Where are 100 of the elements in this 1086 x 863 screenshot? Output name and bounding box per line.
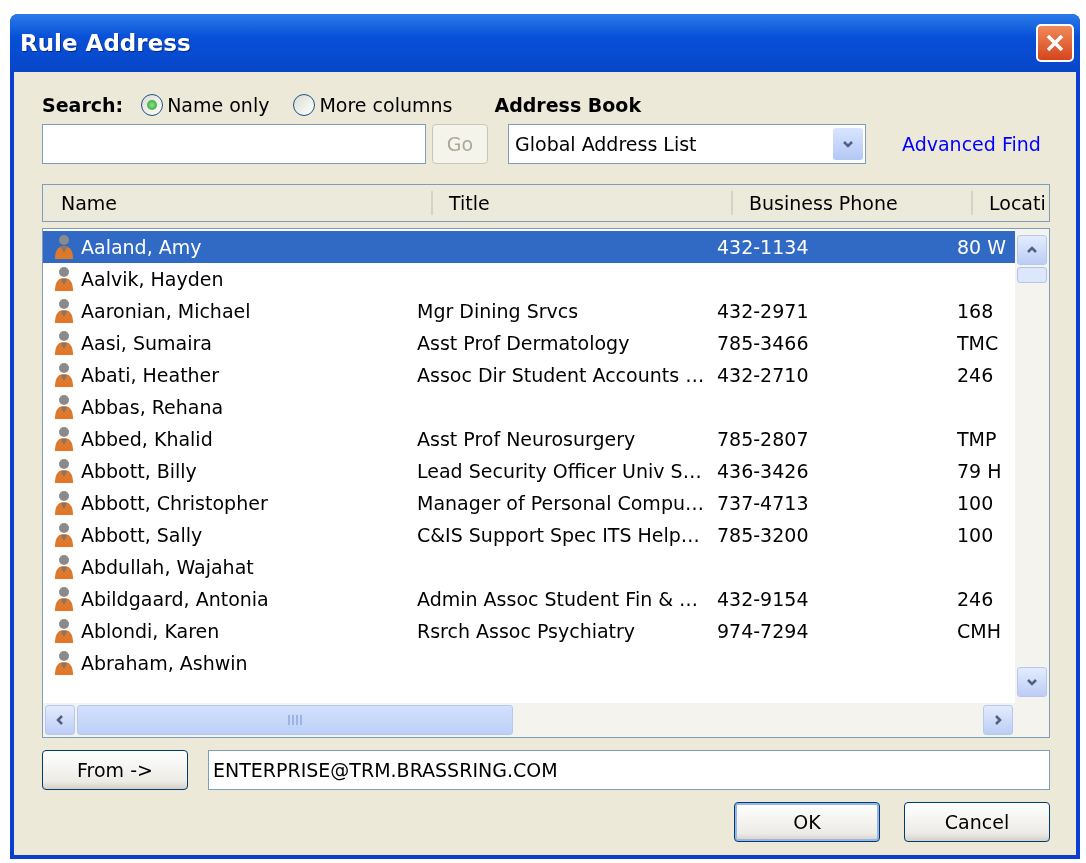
table-cell-text: Manager of Personal Compu… bbox=[417, 492, 705, 514]
search-field[interactable] bbox=[42, 124, 426, 164]
table-cell-text: Assoc Dir Student Accounts … bbox=[417, 364, 706, 386]
person-icon bbox=[53, 650, 75, 676]
table-cell-text: 100 bbox=[957, 492, 995, 514]
person-icon bbox=[53, 426, 75, 452]
from-button[interactable]: From -> bbox=[42, 750, 188, 790]
table-cell-text: Abbed, Khalid bbox=[81, 428, 214, 450]
table-cell-text: Ablondi, Karen bbox=[81, 620, 221, 642]
contact-row[interactable]: Abbott, Sally C&IS Support Spec ITS Help… 785-3200 100 bbox=[43, 519, 1015, 551]
table-cell-text: 432-9154 bbox=[717, 588, 810, 610]
radio-button[interactable] bbox=[141, 94, 164, 116]
grip-icon bbox=[287, 714, 303, 726]
close-icon bbox=[1045, 33, 1065, 53]
column-header[interactable]: Title bbox=[431, 191, 731, 215]
contact-row[interactable]: Abdullah, Wajahat bbox=[43, 551, 1015, 583]
contact-row[interactable]: Aaland, Amy 432-1134 80 W bbox=[43, 231, 1015, 263]
scroll-thumb[interactable] bbox=[1017, 267, 1047, 283]
vertical-scrollbar[interactable] bbox=[1015, 229, 1049, 703]
advanced-find-link[interactable]: Advanced Find bbox=[902, 133, 1041, 155]
table-cell-text: Aaronian, Michael bbox=[81, 300, 252, 322]
contact-row[interactable]: Aasi, Sumaira Asst Prof Dermatology 785-3466 TMC bbox=[43, 327, 1015, 359]
table-cell-text: Abbott, Sally bbox=[81, 524, 204, 546]
table-cell-text: Rsrch Assoc Psychiatry bbox=[417, 620, 637, 642]
contact-row[interactable]: Abbott, Christopher Manager of Personal Compu… 737-4713 100 bbox=[43, 487, 1015, 519]
scroll-thumb[interactable] bbox=[77, 705, 513, 735]
table-cell-text: Abati, Heather bbox=[81, 364, 221, 386]
contact-row[interactable]: Aaronian, Michael Mgr Dining Srvcs 432-2971 168 bbox=[43, 295, 1015, 327]
person-icon bbox=[53, 618, 75, 644]
table-cell-text: TMC bbox=[957, 332, 1000, 354]
table-cell-text: Mgr Dining Srvcs bbox=[417, 300, 580, 322]
table-cell-text: Asst Prof Dermatology bbox=[417, 332, 631, 354]
search-label: Search: bbox=[42, 94, 124, 116]
table-cell-text: Abbas, Rehana bbox=[81, 396, 225, 418]
scroll-down-button[interactable] bbox=[1017, 667, 1047, 697]
from-field[interactable]: ENTERPRISE@TRM.BRASSRING.COM bbox=[208, 750, 1050, 790]
contact-row[interactable]: Ablondi, Karen Rsrch Assoc Psychiatry 974-7294 CMH bbox=[43, 615, 1015, 647]
table-cell-text: Abdullah, Wajahat bbox=[81, 556, 255, 578]
person-icon bbox=[53, 522, 75, 548]
contact-row[interactable]: Abraham, Ashwin bbox=[43, 647, 1015, 679]
table-cell-text: Abraham, Ashwin bbox=[81, 652, 249, 674]
table-cell-text: 785-3466 bbox=[717, 332, 810, 354]
contact-row[interactable]: Abbed, Khalid Asst Prof Neurosurgery 785-2807 TMP bbox=[43, 423, 1015, 455]
contact-row[interactable]: Abati, Heather Assoc Dir Student Accounts … 432-2710 246 bbox=[43, 359, 1015, 391]
table-cell-text: C&IS Support Spec ITS Help… bbox=[417, 524, 701, 546]
person-icon bbox=[53, 362, 75, 388]
table-cell-text: 79 H bbox=[957, 460, 1003, 482]
search-option[interactable]: More columns bbox=[293, 94, 453, 116]
table-cell-text: Lead Security Officer Univ S… bbox=[417, 460, 703, 482]
table-cell-text: Aasi, Sumaira bbox=[81, 332, 213, 354]
table-cell-text: 432-1134 bbox=[717, 236, 810, 258]
contact-row[interactable]: Abbas, Rehana bbox=[43, 391, 1015, 423]
person-icon bbox=[53, 490, 75, 516]
table-cell-text: Asst Prof Neurosurgery bbox=[417, 428, 637, 450]
table-cell-text: 432-2971 bbox=[717, 300, 810, 322]
search-option[interactable]: Name only bbox=[141, 94, 270, 116]
cancel-button[interactable]: Cancel bbox=[904, 802, 1050, 842]
table-cell-text: 80 W bbox=[957, 236, 1007, 258]
table-cell-text: 432-2710 bbox=[717, 364, 810, 386]
table-cell-text: Abbott, Billy bbox=[81, 460, 198, 482]
table-cell-text: 100 bbox=[957, 524, 995, 546]
horizontal-scrollbar[interactable] bbox=[43, 703, 1049, 737]
address-book-dropdown[interactable]: Global Address List bbox=[508, 124, 866, 164]
person-icon bbox=[53, 586, 75, 612]
column-header[interactable]: Locati bbox=[971, 191, 1049, 215]
table-cell-text: Abildgaard, Antonia bbox=[81, 588, 270, 610]
address-book-label: Address Book bbox=[494, 94, 642, 116]
scroll-right-button[interactable] bbox=[983, 705, 1013, 735]
table-cell-text: 974-7294 bbox=[717, 620, 810, 642]
table-cell-text: Aalvik, Hayden bbox=[81, 268, 225, 290]
column-header[interactable]: Name bbox=[43, 191, 431, 215]
table-cell-text: 785-2807 bbox=[717, 428, 810, 450]
table-cell-text: Aaland, Amy bbox=[81, 236, 203, 258]
table-cell-text: 737-4713 bbox=[717, 492, 810, 514]
close-button[interactable] bbox=[1036, 24, 1074, 62]
window-title: Rule Address bbox=[20, 30, 191, 56]
table-cell-text: Admin Assoc Student Fin & … bbox=[417, 588, 700, 610]
table-cell-text: 246 bbox=[957, 364, 995, 386]
radio-button[interactable] bbox=[293, 94, 316, 116]
option-label: Name only bbox=[167, 94, 270, 116]
table-cell-text: 246 bbox=[957, 588, 995, 610]
person-icon bbox=[53, 266, 75, 292]
table-cell-text: 436-3426 bbox=[717, 460, 810, 482]
scroll-up-button[interactable] bbox=[1017, 235, 1047, 265]
person-icon bbox=[53, 330, 75, 356]
contact-row[interactable]: Abildgaard, Antonia Admin Assoc Student Fin & … 432-9154 246 bbox=[43, 583, 1015, 615]
scroll-left-button[interactable] bbox=[45, 705, 75, 735]
table-cell-text: 168 bbox=[957, 300, 995, 322]
table-cell-text: 785-3200 bbox=[717, 524, 810, 546]
option-label: More columns bbox=[319, 94, 453, 116]
person-icon bbox=[53, 394, 75, 420]
ok-button[interactable]: OK bbox=[734, 802, 880, 842]
person-icon bbox=[53, 554, 75, 580]
person-icon bbox=[53, 298, 75, 324]
column-header[interactable]: Business Phone bbox=[731, 191, 971, 215]
table-cell-text: CMH bbox=[957, 620, 1002, 642]
contact-row[interactable]: Abbott, Billy Lead Security Officer Univ S… 436-3426 79 H bbox=[43, 455, 1015, 487]
contact-row[interactable]: Aalvik, Hayden bbox=[43, 263, 1015, 295]
person-icon bbox=[53, 458, 75, 484]
table-cell-text: TMP bbox=[957, 428, 998, 450]
